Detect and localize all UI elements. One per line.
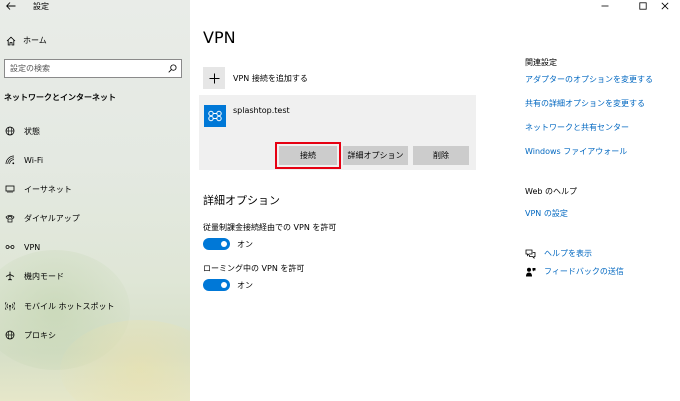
sidebar-item-label: イーサネット bbox=[24, 184, 72, 194]
get-help-label: ヘルプを表示 bbox=[544, 249, 592, 258]
metered-vpn-label: 従量制課金接続経由での VPN を許可 bbox=[203, 223, 337, 232]
home-label: ホーム bbox=[23, 36, 47, 45]
windows-firewall-link[interactable]: Windows ファイアウォール bbox=[525, 146, 627, 157]
advanced-options-button[interactable]: 詳細オプション bbox=[343, 146, 408, 165]
sidebar-item-vpn[interactable]: VPN bbox=[5, 240, 40, 254]
sidebar-item-label: 状態 bbox=[24, 126, 40, 136]
plus-icon bbox=[203, 67, 225, 89]
web-help-title: Web のヘルプ bbox=[525, 187, 577, 196]
dialup-icon bbox=[5, 213, 15, 223]
sidebar-item-home[interactable]: ホーム bbox=[6, 35, 47, 46]
wifi-icon bbox=[5, 155, 15, 165]
search-box[interactable] bbox=[4, 59, 182, 78]
advanced-options-heading: 詳細オプション bbox=[203, 194, 280, 207]
hotspot-icon bbox=[5, 301, 15, 311]
maximize-icon bbox=[639, 2, 647, 10]
section-title: ネットワークとインターネット bbox=[4, 93, 116, 102]
close-icon bbox=[661, 2, 669, 10]
sidebar-item-label: プロキシ bbox=[24, 330, 56, 340]
sidebar-item-label: 機内モード bbox=[24, 271, 64, 281]
delete-button[interactable]: 削除 bbox=[413, 146, 469, 165]
feedback-label: フィードバックの送信 bbox=[544, 267, 624, 276]
roaming-vpn-label: ローミング中の VPN を許可 bbox=[203, 264, 305, 273]
sidebar-item-label: ダイヤルアップ bbox=[24, 213, 80, 223]
sidebar-item-label: Wi-Fi bbox=[24, 155, 44, 165]
vpn-setup-link[interactable]: VPN の設定 bbox=[525, 208, 568, 219]
related-settings-title: 関連設定 bbox=[525, 58, 557, 67]
ethernet-icon bbox=[5, 184, 15, 194]
feedback-icon bbox=[526, 267, 536, 276]
chat-help-icon bbox=[525, 249, 536, 259]
back-arrow-icon bbox=[6, 2, 16, 10]
add-vpn-label: VPN 接続を追加する bbox=[233, 73, 308, 83]
sidebar-item-dialup[interactable]: ダイヤルアップ bbox=[5, 211, 80, 225]
connect-button[interactable]: 接続 bbox=[275, 142, 341, 169]
search-icon[interactable] bbox=[168, 64, 177, 73]
globe-icon bbox=[5, 126, 15, 136]
add-vpn-button[interactable]: VPN 接続を追加する bbox=[203, 67, 308, 89]
metered-vpn-state: オン bbox=[237, 240, 253, 249]
page-title: VPN bbox=[203, 28, 236, 47]
sidebar-item-mobile-hotspot[interactable]: モバイル ホットスポット bbox=[5, 299, 115, 313]
get-help-link[interactable]: ヘルプを表示 bbox=[525, 248, 592, 259]
sidebar: 設定 ホーム ネットワークとインターネット 状態 Wi-Fi イーサネット ダイ… bbox=[0, 0, 190, 401]
sidebar-item-status[interactable]: 状態 bbox=[5, 124, 40, 138]
search-input[interactable] bbox=[10, 64, 160, 73]
adapter-options-link[interactable]: アダプターのオプションを変更する bbox=[525, 74, 653, 85]
sidebar-item-label: VPN bbox=[24, 242, 41, 252]
roaming-vpn-state: オン bbox=[237, 281, 253, 290]
home-icon bbox=[6, 36, 16, 45]
minimize-icon bbox=[601, 5, 609, 7]
vpn-connection-name: splashtop.test bbox=[233, 106, 290, 115]
vpn-connection-card[interactable]: splashtop.test 接続 詳細オプション 削除 bbox=[199, 95, 476, 170]
globe-icon bbox=[5, 330, 15, 340]
app-title: 設定 bbox=[33, 2, 49, 11]
close-button[interactable] bbox=[650, 0, 680, 12]
roaming-vpn-toggle[interactable] bbox=[203, 279, 230, 291]
sidebar-item-ethernet[interactable]: イーサネット bbox=[5, 182, 72, 196]
sidebar-item-proxy[interactable]: プロキシ bbox=[5, 328, 56, 342]
metered-vpn-toggle[interactable] bbox=[203, 238, 230, 250]
airplane-icon bbox=[5, 271, 15, 281]
minimize-button[interactable] bbox=[590, 0, 620, 12]
feedback-link[interactable]: フィードバックの送信 bbox=[525, 266, 624, 277]
network-sharing-center-link[interactable]: ネットワークと共有センター bbox=[525, 122, 629, 133]
back-button[interactable] bbox=[4, 0, 18, 12]
vpn-icon bbox=[5, 242, 15, 252]
sidebar-item-wifi[interactable]: Wi-Fi bbox=[5, 153, 43, 167]
vpn-connection-icon bbox=[204, 105, 226, 127]
advanced-sharing-link[interactable]: 共有の詳細オプションを変更する bbox=[525, 98, 645, 109]
sidebar-item-airplane-mode[interactable]: 機内モード bbox=[5, 269, 64, 283]
sidebar-item-label: モバイル ホットスポット bbox=[24, 301, 115, 311]
